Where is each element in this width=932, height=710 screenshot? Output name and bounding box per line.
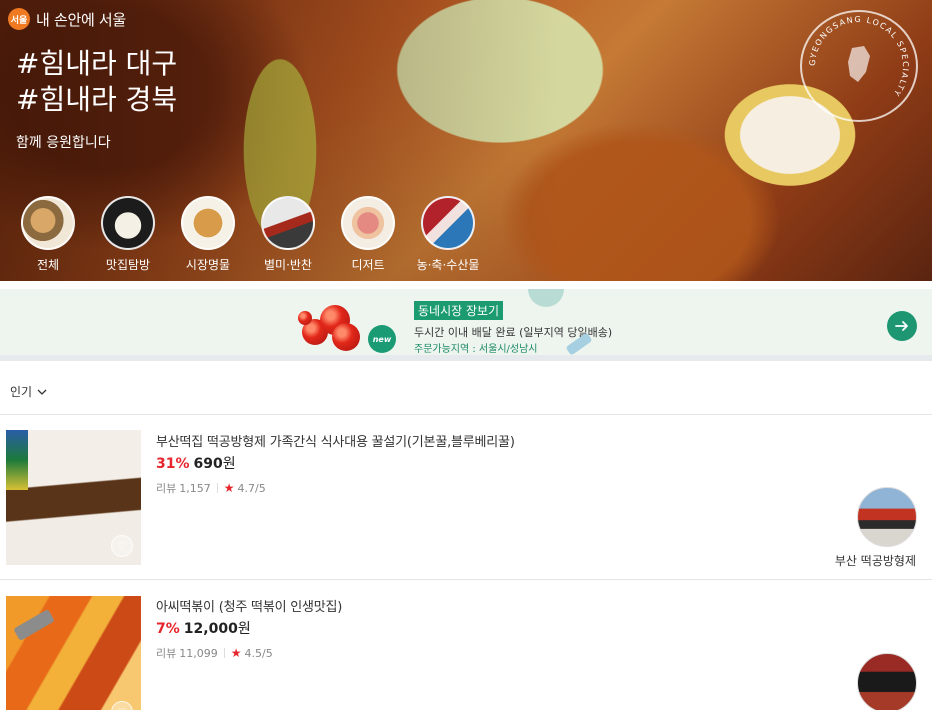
category-label: 시장명물 [185, 258, 231, 272]
new-badge: new [368, 325, 396, 353]
product-meta: 리뷰 1,157 ★ 4.7/5 [156, 480, 266, 496]
currency-unit: 원 [222, 456, 236, 472]
brand-title: 내 손안에 서울 [36, 10, 126, 29]
category-farm-produce[interactable]: 농·축·수산물 [408, 196, 488, 273]
category-all[interactable]: 전체 [8, 196, 88, 273]
sort-dropdown[interactable]: 인기 [10, 383, 48, 400]
category-market[interactable]: 시장명물 [168, 196, 248, 273]
seoul-logo-icon: 서울 [8, 8, 30, 30]
restaurant-dish-thumbnail-icon [101, 196, 155, 250]
price-amount: 690 [193, 456, 223, 472]
wishlist-heart-icon[interactable]: ♡ [111, 535, 133, 557]
headline-gyeongbuk: #힘내라 경북 [16, 83, 178, 116]
rating: 4.5/5 [244, 646, 273, 660]
product-thumbnail[interactable]: ♡ [6, 430, 141, 565]
product-price: 31% 690원 [156, 453, 236, 473]
discount-rate: 31% [156, 456, 190, 472]
store-logo[interactable] [857, 487, 917, 547]
category-label: 디저트 [351, 258, 385, 272]
banner-arrow-button[interactable] [887, 311, 917, 341]
seal-ring-text: GYEONGSANG LOCAL SPECIALTY [808, 15, 909, 99]
arrow-right-icon [895, 321, 908, 331]
sort-label: 인기 [10, 385, 33, 399]
discount-rate: 7% [156, 621, 180, 637]
hero-banner: 서울 내 손안에 서울 #힘내라 대구 #힘내라 경북 함께 응원합니다 GYE… [0, 0, 932, 281]
market-shopping-banner[interactable]: new 동네시장 장보기 두시간 이내 배달 완료 (일부지역 당일배송) 주문… [0, 289, 932, 361]
separator [223, 648, 225, 658]
category-label: 농·축·수산물 [416, 258, 480, 272]
review-label: 리뷰 [156, 482, 177, 495]
product-item[interactable]: ♡ 아씨떡볶이 (청주 떡볶이 인생맛집) 7%12,000원 리뷰 11,09… [0, 581, 932, 710]
category-list: 전체 맛집탐방 시장명물 별미·반찬 디저트 농·축·수산물 [8, 196, 488, 273]
store-logo[interactable] [857, 653, 917, 710]
separator [216, 483, 218, 493]
wishlist-heart-icon[interactable]: ♡ [111, 701, 133, 710]
review-count: 11,099 [179, 646, 218, 660]
review-count: 1,157 [179, 481, 211, 495]
mixed-food-thumbnail-icon [21, 196, 75, 250]
hero-headline: #힘내라 대구 #힘내라 경북 [16, 46, 177, 118]
brand[interactable]: 서울 내 손안에 서울 [8, 8, 126, 30]
side-dish-thumbnail-icon [261, 196, 315, 250]
category-label: 별미·반찬 [264, 258, 312, 272]
star-icon: ★ [230, 646, 242, 660]
product-price: 7% 12,000원 [156, 618, 251, 638]
hero-subline: 함께 응원합니다 [16, 135, 111, 151]
product-meta: 리뷰 11,099 ★ 4.5/5 [156, 645, 273, 661]
category-label: 전체 [36, 258, 60, 272]
category-restaurant[interactable]: 맛집탐방 [88, 196, 168, 273]
star-icon: ★ [223, 481, 235, 495]
rating: 4.7/5 [237, 481, 266, 495]
category-dessert[interactable]: 디저트 [328, 196, 408, 273]
store-name[interactable]: 부산 떡공방형제 [835, 552, 916, 569]
banner-title: 동네시장 장보기 [414, 301, 504, 320]
meat-seafood-thumbnail-icon [421, 196, 475, 250]
currency-unit: 원 [237, 621, 251, 637]
chevron-down-icon [37, 389, 47, 395]
review-label: 리뷰 [156, 647, 177, 660]
product-title[interactable]: 부산떡집 떡공방형제 가족간식 식사대용 꿀설기(기본꿀,블루베리꿀) [156, 431, 515, 450]
category-label: 맛집탐방 [105, 258, 151, 272]
product-item[interactable]: ♡ 부산떡집 떡공방형제 가족간식 식사대용 꿀설기(기본꿀,블루베리꿀) 31… [0, 415, 932, 580]
tomato-image: new [296, 297, 396, 353]
macaron-thumbnail-icon [341, 196, 395, 250]
banner-description: 두시간 이내 배달 완료 (일부지역 당일배송) [414, 326, 613, 339]
product-thumbnail[interactable]: ♡ [6, 596, 141, 710]
gyeongsang-specialty-seal: GYEONGSANG LOCAL SPECIALTY [800, 10, 918, 122]
banner-delivery-area: 주문가능지역 : 서울시/성남시 [414, 344, 538, 355]
price-amount: 12,000 [183, 621, 238, 637]
headline-daegu: #힘내라 대구 [16, 47, 178, 80]
category-side-dish[interactable]: 별미·반찬 [248, 196, 328, 273]
product-title[interactable]: 아씨떡볶이 (청주 떡볶이 인생맛집) [156, 596, 342, 615]
market-snack-thumbnail-icon [181, 196, 235, 250]
